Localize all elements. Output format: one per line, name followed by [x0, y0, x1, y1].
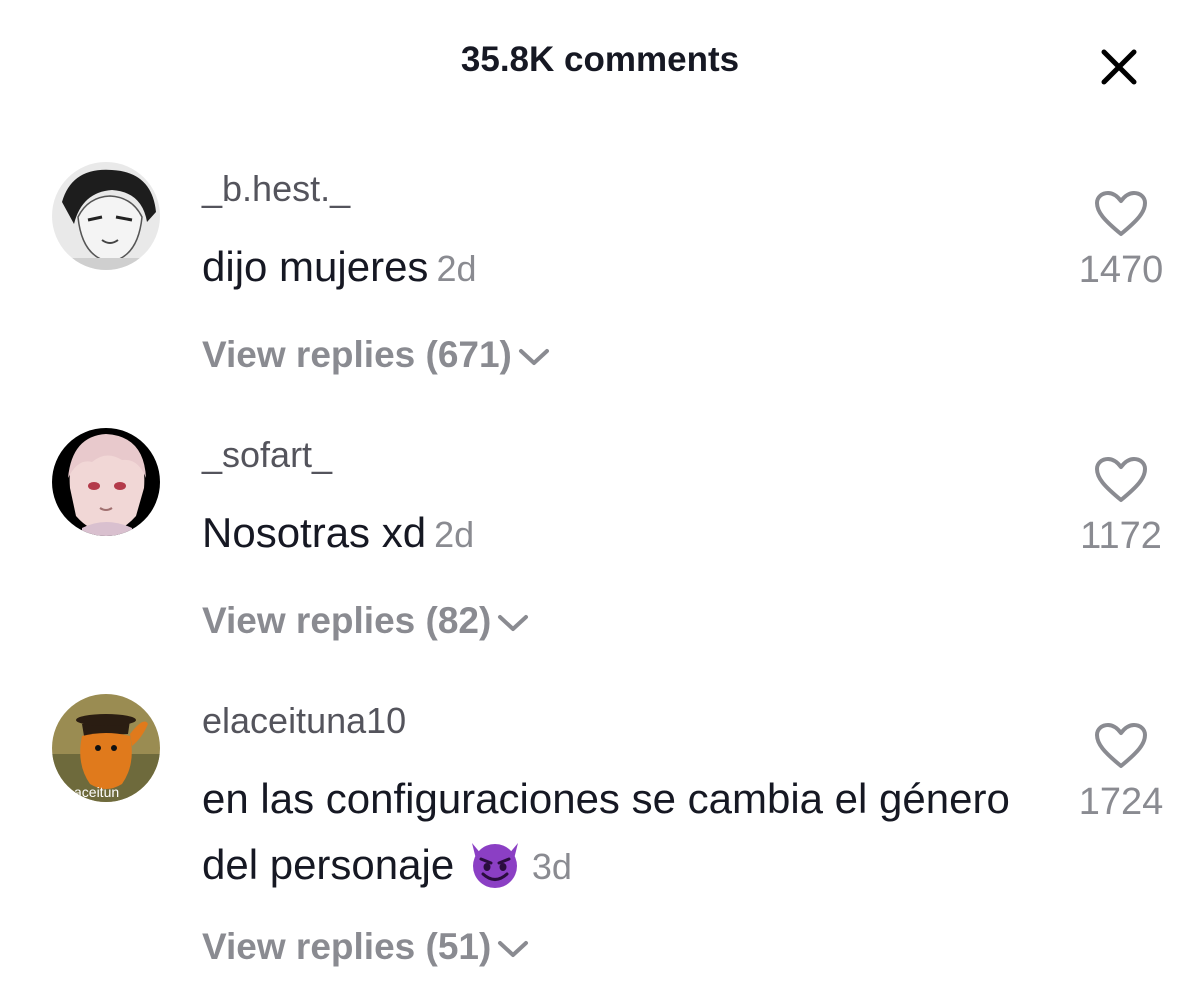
comment-text: en las configuraciones se cambia el géne… [202, 766, 1062, 900]
comment-text: dijo mujeres 2d [202, 234, 1062, 302]
chevron-down-icon [498, 615, 529, 632]
comment-item: _sofart_ Nosotras xd 2d 1172 View replies… [0, 428, 1200, 658]
timestamp: 2d [436, 248, 477, 289]
username[interactable]: _b.hest._ [202, 168, 350, 210]
avatar-watermark-text: aceitun [74, 784, 119, 800]
avatar[interactable]: aceitun [52, 694, 160, 802]
smiling-imp-emoji-icon [471, 843, 518, 888]
view-replies-label: View replies (671) [202, 334, 512, 375]
comments-header: 35.8K comments [0, 0, 1200, 128]
like-count: 1172 [1080, 515, 1162, 557]
like-button[interactable]: 1724 [1062, 722, 1180, 824]
chevron-down-icon [518, 349, 549, 366]
view-replies-label: View replies (82) [202, 600, 492, 641]
view-replies-button[interactable]: View replies (51) [202, 926, 529, 968]
like-button[interactable]: 1470 [1062, 190, 1180, 292]
view-replies-button[interactable]: View replies (82) [202, 600, 529, 642]
close-icon [1101, 49, 1137, 85]
heart-icon [1095, 457, 1147, 502]
timestamp: 2d [434, 514, 475, 555]
comment-body: Nosotras xd [202, 509, 427, 556]
comment-body: dijo mujeres [202, 243, 429, 290]
comment-body: en las configuraciones se cambia el géne… [202, 775, 1010, 888]
like-count: 1724 [1078, 781, 1164, 823]
username[interactable]: elaceituna10 [202, 700, 406, 742]
comment-item: aceitun elaceituna10 en las configuracio… [0, 694, 1200, 988]
avatar[interactable] [52, 428, 160, 536]
chevron-down-icon [498, 941, 529, 958]
view-replies-label: View replies (51) [202, 926, 492, 967]
comments-count-title: 35.8K comments [460, 40, 740, 79]
like-button[interactable]: 1172 [1062, 456, 1180, 558]
timestamp: 3d [531, 846, 572, 887]
username[interactable]: _sofart_ [202, 434, 332, 476]
comment-item: _b.hest._ dijo mujeres 2d 1470 View repli… [0, 162, 1200, 392]
heart-icon [1095, 723, 1147, 768]
heart-icon [1095, 191, 1147, 236]
avatar[interactable] [52, 162, 160, 270]
close-button[interactable] [1096, 44, 1142, 90]
view-replies-button[interactable]: View replies (671) [202, 334, 550, 376]
comment-text: Nosotras xd 2d [202, 500, 1062, 568]
like-count: 1470 [1078, 249, 1164, 291]
